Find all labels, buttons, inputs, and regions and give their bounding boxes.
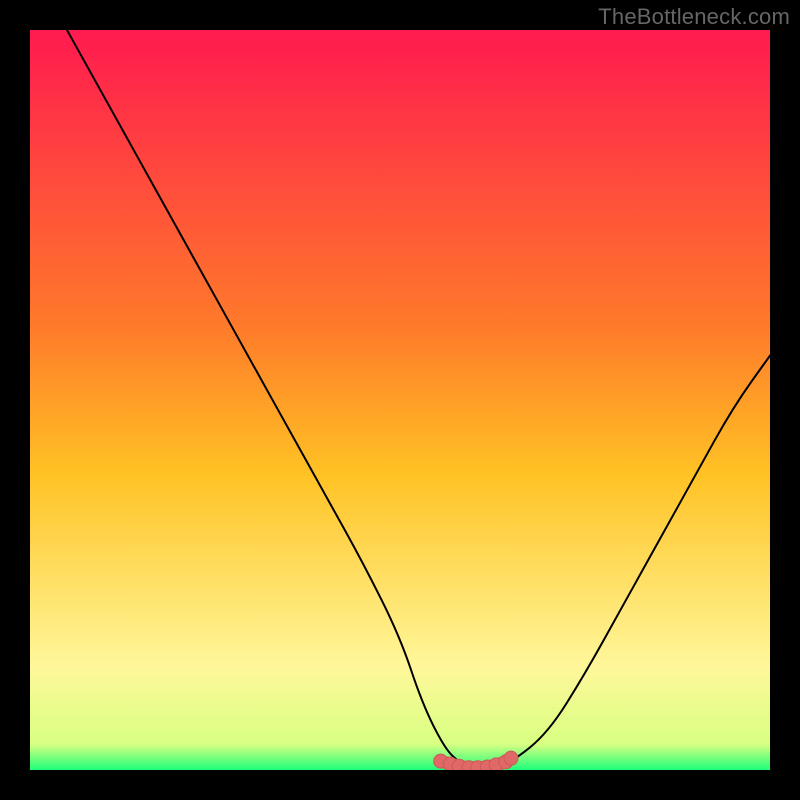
gradient-background <box>30 30 770 770</box>
black-frame: TheBottleneck.com <box>0 0 800 800</box>
optimal-range-marker <box>504 751 518 765</box>
watermark-text: TheBottleneck.com <box>598 4 790 30</box>
plot-area <box>30 30 770 770</box>
bottleneck-chart <box>30 30 770 770</box>
